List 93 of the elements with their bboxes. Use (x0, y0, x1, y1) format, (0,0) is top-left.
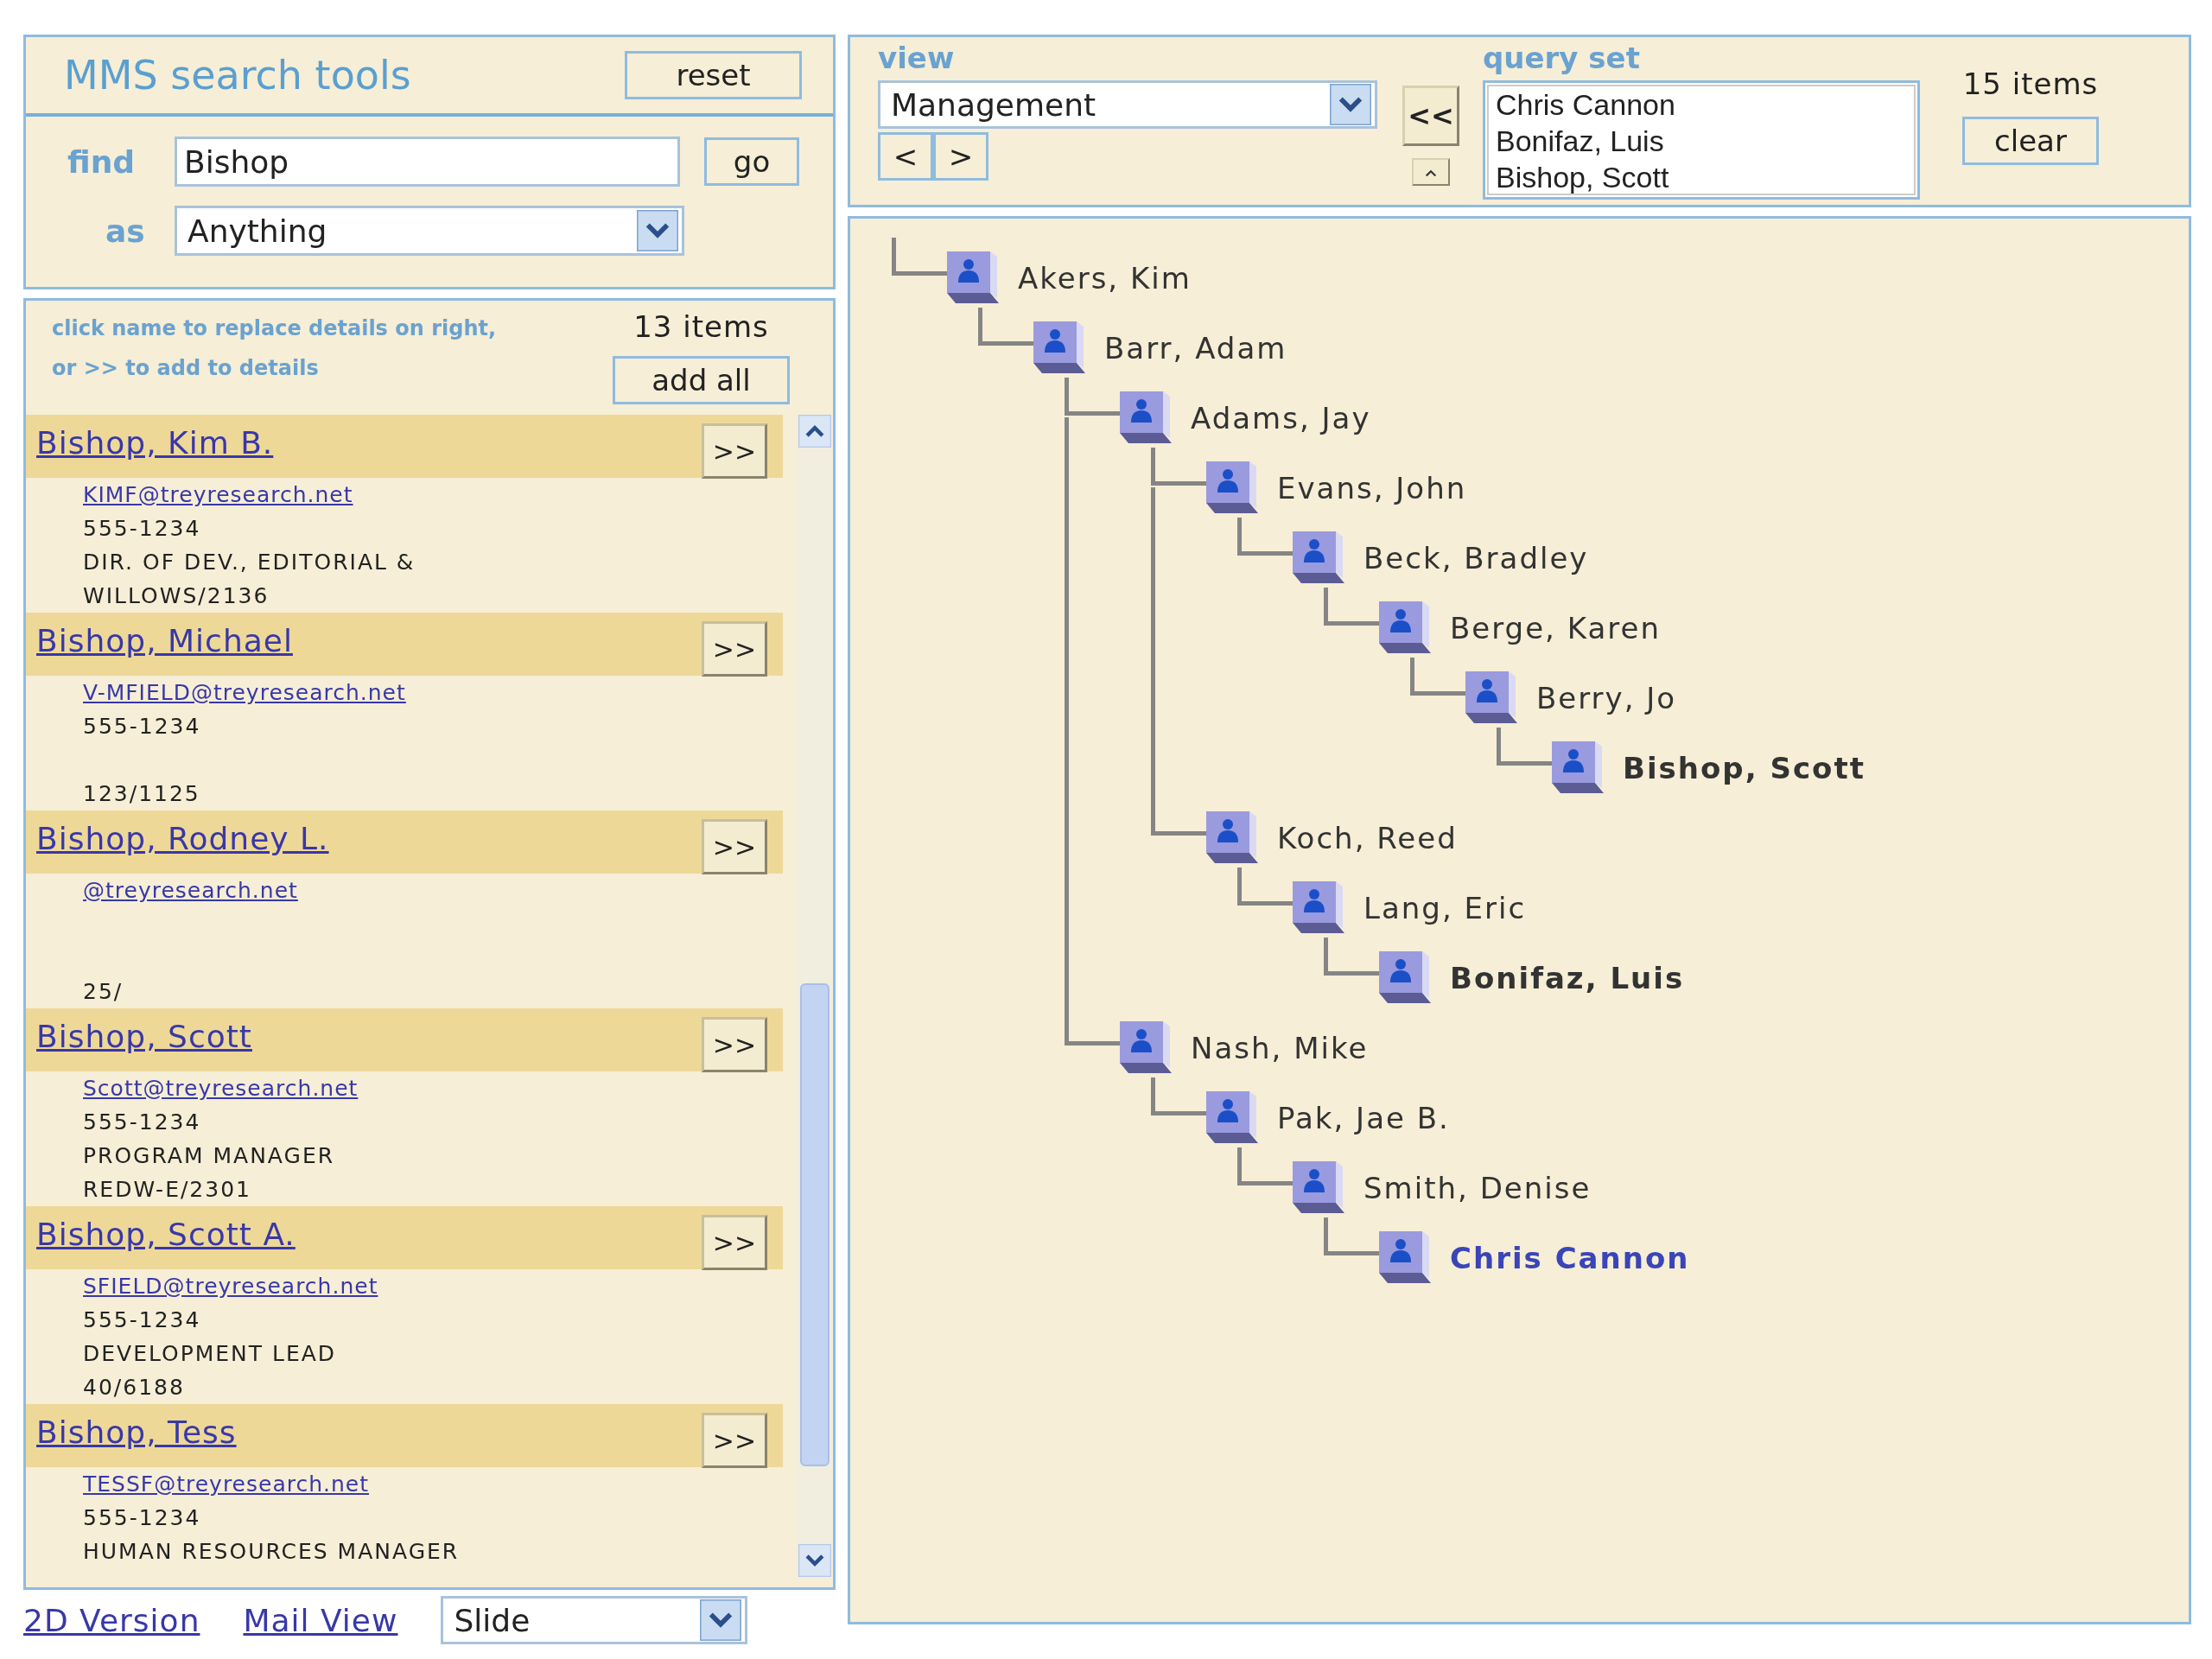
scroll-down-icon[interactable] (797, 1544, 833, 1577)
as-dropdown[interactable]: Anything (175, 206, 684, 256)
add-to-details-button[interactable]: >> (702, 1413, 767, 1468)
person-node-icon[interactable] (1379, 1230, 1433, 1285)
person-name[interactable]: Adams, Jay (1191, 400, 1371, 435)
collapse-button[interactable] (1412, 158, 1450, 186)
scroll-thumb[interactable] (800, 983, 830, 1466)
person-name[interactable]: Evans, John (1277, 470, 1467, 505)
email-link[interactable]: V-MFIELD@treyresearch.net (83, 680, 406, 705)
go-button[interactable]: go (704, 137, 799, 186)
email-link[interactable]: Scott@treyresearch.net (83, 1076, 359, 1101)
person-name-link[interactable]: Bishop, Scott (36, 1019, 252, 1054)
item-count: 13 items (633, 309, 769, 344)
person-node-icon[interactable] (1206, 810, 1260, 865)
person-node-icon[interactable] (1465, 671, 1519, 725)
person-node-icon[interactable] (947, 251, 1001, 305)
mode-dropdown[interactable]: Slide (441, 1596, 748, 1644)
person-node-icon[interactable] (1379, 601, 1433, 655)
next-button[interactable]: > (933, 132, 988, 181)
job-title-text: PROGRAM MANAGER (83, 1143, 335, 1168)
person-name-link[interactable]: Bishop, Rodney L. (36, 821, 329, 856)
office-text: 123/1125 (83, 781, 200, 806)
person-name[interactable]: Chris Cannon (1450, 1240, 1690, 1275)
query-set-item[interactable]: Chris Cannon (1496, 86, 1907, 123)
person-node-icon[interactable] (1206, 461, 1260, 515)
person-node-icon[interactable] (1206, 1090, 1260, 1145)
add-to-details-button[interactable]: >> (702, 621, 767, 677)
person-name[interactable]: Barr, Adam (1104, 330, 1287, 365)
query-set-item[interactable]: Bonifaz, Luis (1496, 123, 1907, 159)
view-dropdown[interactable]: Management (878, 80, 1377, 129)
person-name[interactable]: Berge, Karen (1450, 610, 1661, 645)
add-to-details-button[interactable]: >> (702, 1017, 767, 1072)
job-title-text: DIR. OF DEV., EDITORIAL & (83, 550, 416, 575)
phone-text: 555-1234 (83, 1109, 201, 1135)
phone-text: 555-1234 (83, 714, 201, 739)
phone-text: 555-1234 (83, 516, 201, 541)
person-name-link[interactable]: Bishop, Michael (36, 623, 293, 658)
person-name[interactable]: Beck, Bradley (1363, 540, 1589, 575)
footer-link[interactable]: 2D Version (23, 1602, 200, 1638)
person-name-link[interactable]: Bishop, Tess (36, 1414, 237, 1450)
person-node-icon[interactable] (1293, 880, 1346, 935)
person-name-link[interactable]: Bishop, Scott A. (36, 1217, 296, 1252)
instruction-text: click name to replace details on right, (52, 316, 497, 340)
reset-button[interactable]: reset (625, 51, 802, 99)
person-name-link[interactable]: Bishop, Kim B. (36, 425, 274, 461)
person-name[interactable]: Akers, Kim (1018, 260, 1192, 296)
query-set-list[interactable]: Chris Cannon Bonifaz, Luis Bishop, Scott (1483, 80, 1920, 200)
scrollbar[interactable] (797, 415, 833, 1577)
item-count: 15 items (1962, 67, 2099, 101)
person-name[interactable]: Bonifaz, Luis (1450, 960, 1685, 995)
query-set-item[interactable]: Bishop, Scott (1496, 159, 1907, 195)
instruction-text: or >> to add to details (52, 356, 320, 380)
person-name[interactable]: Lang, Eric (1363, 890, 1527, 925)
person-node-icon[interactable] (1120, 391, 1173, 445)
clear-button[interactable]: clear (1962, 117, 2099, 165)
office-text: 25/ (83, 979, 124, 1004)
query-set-label: query set (1483, 41, 1641, 77)
person-name[interactable]: Pak, Jae B. (1277, 1100, 1450, 1135)
person-node-icon[interactable] (1033, 321, 1087, 375)
person-node-icon[interactable] (1552, 741, 1605, 795)
view-label: view (878, 41, 956, 77)
person-name[interactable]: Bishop, Scott (1623, 750, 1866, 785)
add-to-details-button[interactable]: >> (702, 1215, 767, 1270)
footer-link[interactable]: Mail View (243, 1602, 398, 1638)
phone-text: 555-1234 (83, 1307, 201, 1332)
person-name[interactable]: Nash, Mike (1191, 1030, 1369, 1065)
person-node-icon[interactable] (1293, 531, 1346, 585)
person-name[interactable]: Berry, Jo (1536, 680, 1677, 715)
job-title-text: HUMAN RESOURCES MANAGER (83, 1539, 460, 1564)
office-text: REDW-E/2301 (83, 1177, 251, 1202)
email-link[interactable]: TESSF@treyresearch.net (83, 1471, 370, 1497)
add-to-details-button[interactable]: >> (702, 423, 767, 479)
add-all-button[interactable]: add all (613, 356, 790, 404)
as-label: as (105, 213, 146, 249)
phone-text: 555-1234 (83, 1505, 201, 1530)
add-to-details-button[interactable]: >> (702, 819, 767, 874)
email-link[interactable]: @treyresearch.net (83, 878, 298, 903)
person-name[interactable]: Smith, Denise (1363, 1170, 1592, 1205)
person-name[interactable]: Koch, Reed (1277, 820, 1458, 855)
office-text: WILLOWS/2136 (83, 583, 270, 608)
job-title-text: DEVELOPMENT LEAD (83, 1341, 337, 1366)
scroll-up-icon[interactable] (797, 415, 833, 448)
person-node-icon[interactable] (1120, 1020, 1173, 1075)
office-text: 40/6188 (83, 1375, 185, 1400)
add-back-button[interactable]: << (1402, 86, 1459, 146)
email-link[interactable]: SFIELD@treyresearch.net (83, 1274, 378, 1299)
email-link[interactable]: KIMF@treyresearch.net (83, 482, 353, 507)
find-label: find (67, 143, 137, 180)
panel-title: MMS search tools (64, 52, 411, 99)
person-node-icon[interactable] (1379, 950, 1433, 1005)
find-field[interactable]: Bishop (175, 137, 680, 187)
person-node-icon[interactable] (1293, 1160, 1346, 1215)
previous-button[interactable]: < (878, 132, 933, 181)
